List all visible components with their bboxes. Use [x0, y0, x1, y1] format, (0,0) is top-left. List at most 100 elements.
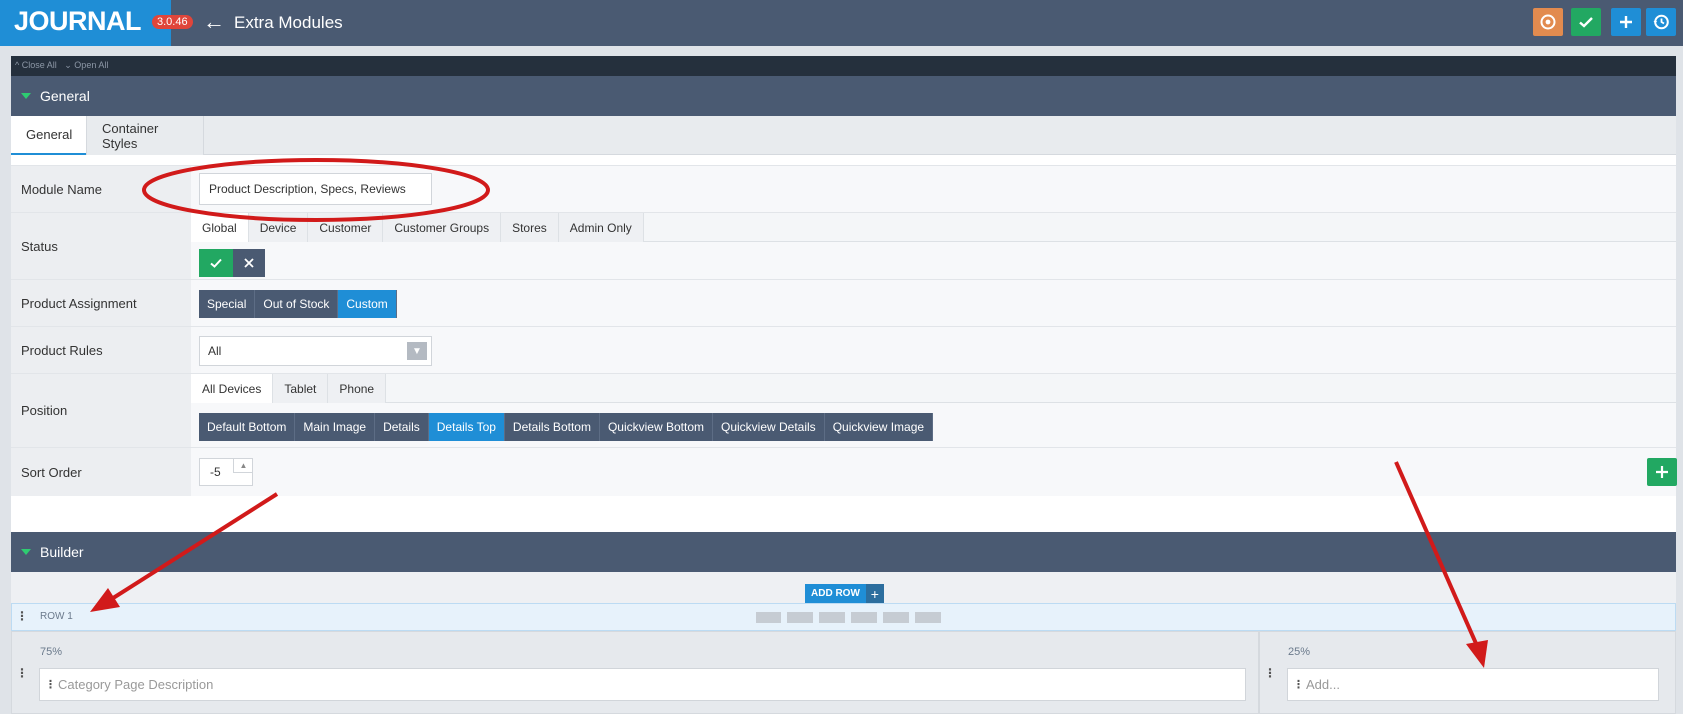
layout-preset-icon[interactable] [787, 612, 813, 623]
status-toggle [199, 249, 265, 277]
option-quickview-details[interactable]: Quickview Details [712, 413, 825, 441]
layout-preset-icon[interactable] [756, 612, 781, 623]
subtab-device[interactable]: Device [248, 213, 309, 242]
option-custom[interactable]: Custom [338, 290, 397, 318]
page-title: Extra Modules [234, 13, 343, 32]
option-details-bottom[interactable]: Details Bottom [504, 413, 600, 441]
subtab-phone[interactable]: Phone [328, 374, 387, 403]
option-quickview-bottom[interactable]: Quickview Bottom [599, 413, 713, 441]
stepper-value: -5 [210, 465, 221, 479]
check-icon [210, 258, 222, 268]
history-button[interactable] [1646, 8, 1676, 36]
plus-icon: + [865, 584, 884, 603]
close-all-link[interactable]: ^ Close All [15, 60, 57, 70]
row-sort-order: Sort Order -5 ▲ [11, 447, 1677, 496]
status-on-button[interactable] [199, 249, 233, 277]
drag-handle-icon[interactable]: ⋮ [16, 666, 28, 680]
drag-handle-icon[interactable]: ⋮ [45, 678, 56, 691]
slot-label: Add... [1306, 677, 1340, 692]
option-special[interactable]: Special [199, 290, 256, 318]
field-label: Position [11, 374, 191, 447]
layout-preset-icon[interactable] [915, 612, 941, 623]
add-item-button[interactable] [1647, 458, 1677, 486]
row-layout-icons [756, 612, 941, 623]
builder-column-75: ⋮ 75% ⋮ Category Page Description [11, 631, 1259, 714]
product-assignment-options: Special Out of Stock Custom [199, 290, 397, 318]
field-area: Special Out of Stock Custom [191, 280, 1676, 326]
drag-handle-icon[interactable]: ⋮ [16, 609, 28, 623]
add-row-label: ADD ROW [805, 584, 866, 603]
subtab-stores[interactable]: Stores [501, 213, 559, 242]
option-out-of-stock[interactable]: Out of Stock [255, 290, 339, 318]
tab-general[interactable]: General [11, 116, 86, 155]
clear-cache-button[interactable] [1533, 8, 1563, 36]
logo-text: JOURNAL [14, 6, 142, 36]
section-builder-header[interactable]: Builder [11, 532, 1676, 572]
tab-label: General [26, 127, 73, 142]
column-width: 75% [40, 646, 63, 658]
main-tabs: General Container Styles [11, 116, 1676, 155]
drag-handle-icon[interactable]: ⋮ [1264, 666, 1276, 680]
option-details[interactable]: Details [375, 413, 429, 441]
subtab-admin-only[interactable]: Admin Only [558, 213, 644, 242]
check-icon [1579, 17, 1593, 28]
history-icon [1653, 14, 1669, 30]
subtab-tablet[interactable]: Tablet [273, 374, 329, 403]
add-module-slot[interactable]: ⋮ Add... [1287, 668, 1659, 701]
chevron-up-icon[interactable]: ▲ [233, 459, 253, 473]
section-general-header[interactable]: General [11, 76, 1676, 116]
plus-icon [1620, 16, 1632, 28]
field-label: Product Rules [11, 327, 191, 373]
field-label: Sort Order [11, 448, 191, 496]
builder-column-25: ⋮ 25% ⋮ Add... [1259, 631, 1676, 714]
chevron-down-icon: ▼ [407, 342, 427, 360]
drag-handle-icon[interactable]: ⋮ [1293, 678, 1304, 691]
position-device-tabs: All Devices Tablet Phone [191, 374, 1676, 403]
option-quickview-image[interactable]: Quickview Image [824, 413, 934, 441]
subtab-customer-groups[interactable]: Customer Groups [383, 213, 502, 242]
add-button[interactable] [1611, 8, 1641, 36]
close-icon [244, 258, 254, 268]
status-scope-tabs: Global Device Customer Customer Groups S… [191, 213, 1676, 242]
module-slot[interactable]: ⋮ Category Page Description [39, 668, 1246, 701]
back-arrow-icon[interactable]: ← [203, 9, 225, 35]
product-rules-select[interactable]: All ▼ [199, 336, 432, 366]
row-product-assignment: Product Assignment Special Out of Stock … [11, 279, 1676, 326]
collapse-toolbar: ^ Close All ⌄ Open All [11, 56, 1676, 76]
top-header: JOURNAL 3.0.46 ← Extra Modules [0, 0, 1683, 46]
row-position: Position All Devices Tablet Phone Defaul… [11, 373, 1676, 447]
field-area: All ▼ [191, 327, 1676, 373]
field-area: -5 ▲ [191, 448, 1677, 496]
slot-label: Category Page Description [58, 677, 214, 692]
open-all-link[interactable]: ⌄ Open All [64, 60, 108, 70]
column-width: 25% [1288, 646, 1311, 658]
version-badge: 3.0.46 [152, 15, 193, 29]
field-area: Product Description, Specs, Reviews [191, 166, 1676, 212]
option-details-top[interactable]: Details Top [428, 413, 505, 441]
module-name-input[interactable]: Product Description, Specs, Reviews [199, 173, 432, 205]
sort-order-stepper[interactable]: -5 ▲ [199, 458, 253, 486]
row-status: Status Global Device Customer Customer G… [11, 212, 1676, 279]
row-title: ROW 1 [40, 611, 73, 622]
tab-container-styles[interactable]: Container Styles [86, 116, 204, 155]
layout-preset-icon[interactable] [883, 612, 909, 623]
field-label: Module Name [11, 166, 191, 212]
plus-icon [1656, 466, 1668, 478]
position-options: Default Bottom Main Image Details Detail… [199, 413, 934, 441]
expand-triangle-icon [21, 549, 31, 555]
layout-preset-icon[interactable] [819, 612, 845, 623]
subtab-all-devices[interactable]: All Devices [191, 374, 274, 403]
layout-preset-icon[interactable] [851, 612, 877, 623]
status-off-button[interactable] [233, 249, 265, 277]
row-product-rules: Product Rules All ▼ [11, 326, 1676, 373]
field-area: Global Device Customer Customer Groups S… [191, 213, 1676, 279]
option-default-bottom[interactable]: Default Bottom [199, 413, 296, 441]
subtab-global[interactable]: Global [191, 213, 249, 242]
logo[interactable]: JOURNAL 3.0.46 [0, 0, 193, 46]
tab-label: Container Styles [102, 120, 159, 151]
subtab-customer[interactable]: Customer [308, 213, 384, 242]
option-main-image[interactable]: Main Image [295, 413, 376, 441]
add-row-button[interactable]: ADD ROW + [805, 584, 884, 603]
builder-row: ⋮ ROW 1 [11, 603, 1676, 631]
save-button[interactable] [1571, 8, 1601, 36]
